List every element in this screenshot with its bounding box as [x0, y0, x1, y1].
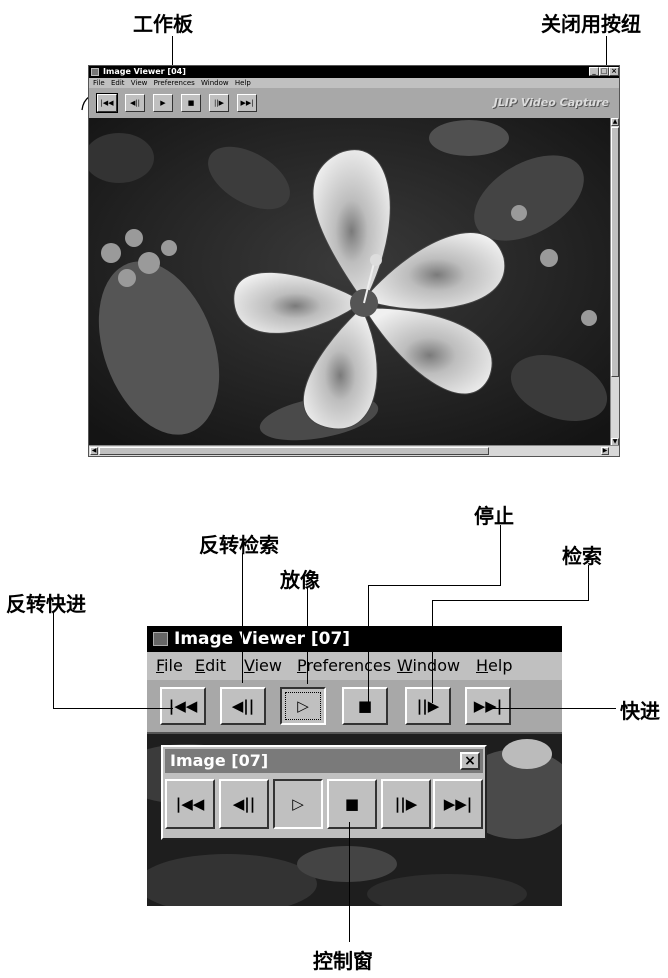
menu-window[interactable]: Window [201, 79, 229, 87]
app-icon [91, 68, 99, 76]
callout-close-button: 关闭用按纽 [541, 12, 641, 36]
menu-preferences[interactable]: Preferences [154, 79, 195, 87]
stop-button[interactable]: ■ [181, 94, 201, 112]
menu-edit[interactable]: Edit [195, 652, 226, 680]
callout-control-window: 控制窗 [313, 949, 373, 973]
callout-line [349, 822, 350, 942]
control-title: Image [07] [170, 751, 269, 770]
menu-help[interactable]: Help [235, 79, 251, 87]
close-button[interactable]: × [460, 752, 480, 770]
title-bar: Image Viewer [04] _ □ × [89, 66, 619, 78]
menu-edit[interactable]: Edit [111, 79, 125, 87]
scroll-left-arrow[interactable]: ◀ [90, 447, 98, 455]
horizontal-scrollbar[interactable]: ◀ ▶ [89, 445, 619, 456]
title-bar: Image Viewer [07] [147, 626, 562, 652]
callout-search: 检索 [562, 544, 602, 568]
close-button[interactable]: × [609, 67, 619, 76]
callout-toolbar: 工作板 [133, 12, 193, 36]
callout-play: 放像 [280, 568, 320, 592]
reverse-fast-button[interactable]: |◀◀ [160, 687, 206, 725]
callout-line [492, 708, 616, 709]
callout-stop: 停止 [474, 504, 514, 528]
callout-line [53, 612, 54, 708]
menu-file[interactable]: File [156, 652, 183, 680]
vertical-scroll-thumb[interactable] [611, 127, 619, 377]
callout-line [432, 600, 588, 601]
toolbar: |◀◀ ◀|| ▶ ■ ||▶ ▶▶| JLIP Video Capture [89, 88, 619, 118]
reverse-search-button[interactable]: ◀|| [125, 94, 145, 112]
menu-preferences[interactable]: Preferences [297, 652, 391, 680]
callout-line [307, 588, 308, 684]
brand-label: JLIP Video Capture [493, 96, 609, 109]
callout-line [588, 565, 589, 601]
app-icon [153, 632, 168, 646]
reverse-fast-button[interactable]: |◀◀ [165, 779, 215, 829]
menu-window[interactable]: Window [397, 652, 460, 680]
window-title: Image Viewer [04] [103, 67, 186, 76]
reverse-fast-button[interactable]: |◀◀ [96, 93, 118, 113]
scroll-right-arrow[interactable]: ▶ [601, 447, 609, 455]
reverse-search-button[interactable]: ◀|| [219, 779, 269, 829]
callout-line [606, 36, 607, 68]
search-button[interactable]: ||▶ [405, 687, 451, 725]
stop-button[interactable]: ■ [327, 779, 377, 829]
control-window: Image [07] × |◀◀ ◀|| ▷ ■ ||▶ ▶▶| [161, 745, 487, 840]
menu-help[interactable]: Help [476, 652, 512, 680]
callout-line [432, 600, 433, 703]
scroll-up-arrow[interactable]: ▲ [611, 118, 619, 126]
toolbar: |◀◀ ◀|| ▷ ■ ||▶ ▶▶| [147, 680, 562, 734]
fast-forward-button[interactable]: ▶▶| [433, 779, 483, 829]
menu-view[interactable]: View [244, 652, 282, 680]
maximize-button[interactable]: □ [599, 67, 609, 76]
callout-line [368, 585, 369, 703]
callout-reverse-search: 反转检索 [199, 533, 279, 557]
vertical-scrollbar[interactable]: ▲ ▼ [610, 118, 619, 446]
stop-button[interactable]: ■ [342, 687, 388, 725]
menu-bar: File Edit View Preferences Window Help [89, 78, 619, 88]
top-image-viewer-window: Image Viewer [04] _ □ × File Edit View P… [88, 65, 620, 457]
window-title: Image Viewer [07] [174, 629, 351, 649]
horizontal-scroll-thumb[interactable] [99, 447, 489, 455]
fast-forward-button[interactable]: ▶▶| [465, 687, 511, 725]
menu-bar: File Edit View Preferences Window Help [147, 652, 562, 680]
callout-fast-forward: 快进 [620, 699, 660, 723]
search-button[interactable]: ||▶ [209, 94, 229, 112]
reverse-search-button[interactable]: ◀|| [220, 687, 266, 725]
play-button[interactable]: ▶ [153, 94, 173, 112]
menu-view[interactable]: View [131, 79, 148, 87]
callout-line [242, 553, 243, 683]
callout-line [53, 708, 173, 709]
minimize-button[interactable]: _ [589, 67, 599, 76]
play-button[interactable]: ▷ [280, 687, 326, 725]
search-button[interactable]: ||▶ [381, 779, 431, 829]
fast-forward-button[interactable]: ▶▶| [237, 94, 257, 112]
callout-line [368, 585, 500, 586]
menu-file[interactable]: File [93, 79, 105, 87]
flower-photo [89, 118, 611, 446]
control-title-bar: Image [07] × [165, 749, 483, 773]
callout-reverse-fast: 反转快进 [6, 592, 86, 616]
callout-line [500, 525, 501, 586]
play-button[interactable]: ▷ [273, 779, 323, 829]
